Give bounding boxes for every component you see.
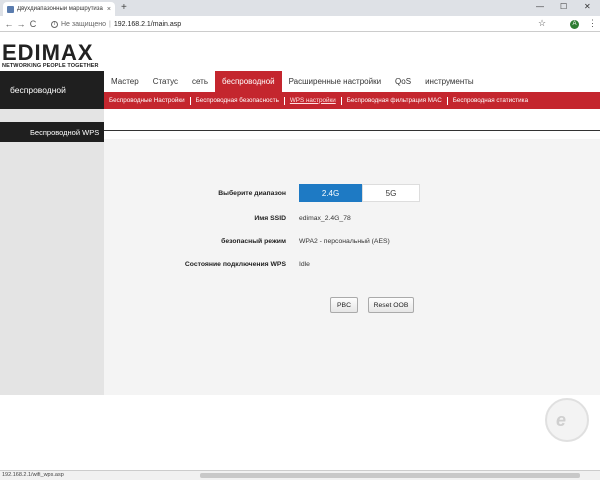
nav-qos[interactable]: QoS	[388, 71, 418, 92]
nav-status[interactable]: Статус	[146, 71, 185, 92]
minimize-icon[interactable]: —	[536, 2, 544, 11]
ssid-label: Имя SSID	[254, 215, 286, 222]
address-separator: |	[109, 20, 111, 28]
profile-avatar[interactable]: A	[570, 20, 579, 29]
subnav-security[interactable]: Беспроводная безопасность	[191, 96, 285, 105]
band-2g-button[interactable]: 2.4G	[299, 184, 362, 202]
wps-state-label: Состояние подключения WPS	[184, 261, 286, 268]
logo-tagline: NETWORKING PEOPLE TOGETHER	[2, 63, 99, 69]
reload-icon[interactable]: C	[27, 19, 39, 29]
insecure-label: Не защищено	[61, 20, 106, 28]
nav-tools[interactable]: инструменты	[418, 71, 481, 92]
subnav-wps[interactable]: WPS настройки	[285, 96, 342, 105]
sidebar-section-title: беспроводной	[0, 71, 104, 109]
main-nav: Мастер Статус сеть беспроводной Расширен…	[104, 71, 481, 92]
reset-oob-button[interactable]: Reset OOB	[368, 297, 414, 313]
nav-network[interactable]: сеть	[185, 71, 215, 92]
browser-tab[interactable]: Двухдиапазонный маршрутиза ×	[3, 2, 115, 16]
band-label: Выберите диапазон	[218, 190, 286, 197]
subnav-basic[interactable]: Беспроводные Настройки	[104, 96, 191, 105]
nav-advanced[interactable]: Расширенные настройки	[282, 71, 388, 92]
edimax-logo: EDIMAX NETWORKING PEOPLE TOGETHER	[2, 40, 106, 70]
pbc-button[interactable]: PBC	[330, 297, 358, 313]
browser-tab-bar: Двухдиапазонный маршрутиза × + — ☐ ✕	[0, 0, 600, 16]
sub-nav: Беспроводные Настройки Беспроводная безо…	[104, 92, 600, 109]
watermark-logo: e	[545, 398, 589, 442]
subnav-mac-filter[interactable]: Беспроводная фильтрация MAC	[342, 96, 448, 105]
wps-content-panel: Выберите диапазон 2.4G 5G Имя SSID edima…	[104, 139, 600, 395]
band-5g-button[interactable]: 5G	[362, 184, 420, 202]
subnav-statistics[interactable]: Беспроводная статистика	[448, 97, 533, 105]
browser-status-bar: 192.168.2.1/wifi_wps.asp	[0, 470, 600, 480]
back-arrow-icon[interactable]: ←	[3, 19, 15, 29]
close-window-icon[interactable]: ✕	[584, 2, 591, 11]
bookmark-star-icon[interactable]: ☆	[538, 18, 546, 29]
browser-menu-icon[interactable]: ⋮	[588, 18, 597, 29]
router-page: EDIMAX NETWORKING PEOPLE TOGETHER беспро…	[0, 33, 600, 470]
url-text[interactable]: 192.168.2.1/main.asp	[114, 21, 181, 28]
horizontal-scrollbar[interactable]	[200, 473, 580, 478]
maximize-icon[interactable]: ☐	[560, 2, 567, 11]
router-favicon-icon	[7, 5, 14, 13]
nav-wizard[interactable]: Мастер	[104, 71, 146, 92]
info-icon[interactable]: i	[51, 20, 58, 28]
ssid-value: edimax_2.4G_78	[299, 215, 351, 222]
watermark-glyph: e	[556, 410, 567, 430]
forward-arrow-icon[interactable]: →	[15, 19, 27, 29]
address-bar[interactable]: i Не защищено | 192.168.2.1/main.asp	[51, 18, 531, 30]
section-divider	[104, 130, 600, 131]
security-mode-value: WPA2 - персональный (AES)	[299, 238, 390, 245]
nav-wireless[interactable]: беспроводной	[215, 71, 282, 92]
tab-title: Двухдиапазонный маршрутиза	[17, 6, 103, 12]
sidebar-panel	[0, 109, 104, 395]
browser-toolbar: ← → C i Не защищено | 192.168.2.1/main.a…	[0, 16, 600, 32]
tab-close-icon[interactable]: ×	[107, 6, 111, 13]
wps-state-value: Idle	[299, 261, 310, 268]
security-mode-label: безопасный режим	[221, 238, 286, 245]
new-tab-button[interactable]: +	[121, 2, 127, 14]
sidebar-item-wps[interactable]: Беспроводной WPS	[0, 122, 104, 142]
logo-wordmark: EDIMAX	[2, 40, 94, 65]
status-url: 192.168.2.1/wifi_wps.asp	[2, 472, 64, 478]
